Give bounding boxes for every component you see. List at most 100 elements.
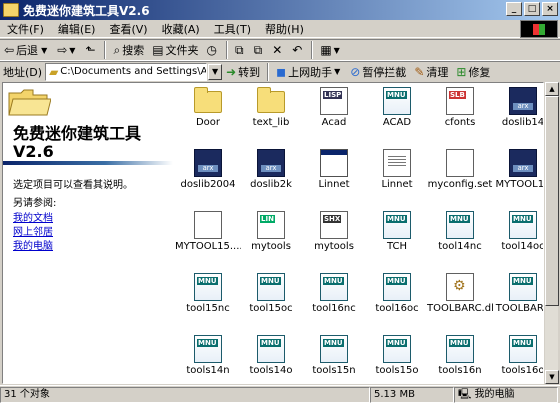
see-also-label: 另请参阅:: [13, 198, 57, 209]
scroll-down-button[interactable]: ▼: [545, 370, 559, 384]
window-file-icon: [320, 149, 348, 177]
link-my-documents[interactable]: 我的文档: [13, 209, 53, 224]
file-type-badge: MNU: [197, 277, 218, 285]
file-item[interactable]: MNU tool15nc: [175, 269, 241, 329]
folders-label: 文件夹: [165, 44, 199, 57]
delete-button[interactable]: ✕: [268, 40, 288, 60]
file-name: Acad: [321, 117, 347, 128]
file-type-badge: MNU: [449, 339, 470, 347]
menu-file[interactable]: 文件(F): [0, 21, 51, 37]
menu-help[interactable]: 帮助(H): [258, 21, 311, 37]
file-item[interactable]: MNU tool14nc: [427, 207, 493, 267]
file-item[interactable]: arx doslib2004: [175, 145, 241, 205]
chevron-down-icon: ▼: [41, 45, 48, 55]
copy-to-icon: ⧉: [253, 42, 263, 57]
file-item[interactable]: SHX mytools: [301, 207, 367, 267]
status-location-label: 我的电脑: [474, 388, 515, 400]
minimize-button[interactable]: _: [506, 2, 522, 16]
file-item[interactable]: LISP Acad: [301, 83, 367, 143]
file-item[interactable]: MNU tool14oc: [490, 207, 543, 267]
file-name: mytools: [251, 241, 291, 252]
back-button[interactable]: ⇦ 后退 ▼: [0, 40, 53, 60]
menu-edit[interactable]: 编辑(E): [51, 21, 103, 37]
file-type-badge: MNU: [386, 339, 407, 347]
file-name: MYTOOL15....: [175, 241, 241, 252]
file-name: TOOLBARC.dll: [427, 303, 493, 314]
file-item[interactable]: arx doslib14: [490, 83, 543, 143]
history-button[interactable]: ◷: [203, 40, 223, 60]
menu-view[interactable]: 查看(V): [102, 21, 154, 37]
copy-to-button[interactable]: ⧉: [250, 40, 269, 60]
file-item[interactable]: MNU tools15o: [364, 331, 430, 383]
description-text: 选定项目可以查看其说明。: [13, 180, 133, 191]
file-type-badge: MNU: [386, 277, 407, 285]
vertical-scrollbar[interactable]: ▲ ▼: [544, 82, 559, 384]
file-item[interactable]: SLB cfonts: [427, 83, 493, 143]
undo-button[interactable]: ↶: [288, 40, 308, 60]
toolbar: ⇦ 后退 ▼ ⇨ ▼ ⬑ ⌕ 搜索 ▤ 文件夹 ◷ ⧉ ⧉ ✕ ↶ ▦ ▼: [0, 39, 560, 61]
close-button[interactable]: ×: [542, 2, 558, 16]
file-item[interactable]: MNU tool16nc: [301, 269, 367, 329]
up-folder-button[interactable]: ⬑: [81, 40, 101, 60]
link-my-computer[interactable]: 我的电脑: [13, 237, 53, 252]
file-name: doslib2004: [180, 179, 236, 190]
block-icon: ⊘: [350, 64, 361, 79]
file-item[interactable]: MNU tools16o: [490, 331, 543, 383]
address-input[interactable]: ▰ C:\Documents and Settings\Administ: [45, 62, 208, 81]
file-type-badge: SLB: [449, 91, 466, 99]
file-type-badge: MNU: [386, 91, 407, 99]
link-pause-block[interactable]: ⊘ 暂停拦截: [346, 62, 410, 82]
file-item[interactable]: myconfig.set: [427, 145, 493, 205]
views-button[interactable]: ▦ ▼: [316, 40, 346, 60]
file-name: tool15oc: [249, 303, 293, 314]
file-item[interactable]: MYTOOL15....: [175, 207, 241, 267]
file-item[interactable]: arx MYTOOL14: [490, 145, 543, 205]
folders-button[interactable]: ▤ 文件夹: [148, 40, 202, 60]
file-type-badge: MNU: [323, 339, 344, 347]
file-item[interactable]: Linnet: [364, 145, 430, 205]
go-button[interactable]: ➜ 转到: [222, 62, 264, 82]
file-item[interactable]: MNU tool15oc: [238, 269, 304, 329]
link-network-places[interactable]: 网上邻居: [13, 223, 53, 238]
file-item[interactable]: LIN mytools: [238, 207, 304, 267]
file-item[interactable]: MNU tool16oc: [364, 269, 430, 329]
forward-button[interactable]: ⇨ ▼: [53, 40, 81, 60]
link-assistant[interactable]: ◼ 上网助手 ▼: [272, 62, 346, 82]
file-type-badge: MNU: [512, 215, 533, 223]
back-label: 后退: [16, 44, 39, 57]
menu-tools[interactable]: 工具(T): [207, 21, 258, 37]
file-item[interactable]: MNU TCH: [364, 207, 430, 267]
mnu-file-icon: MNU: [509, 211, 537, 239]
address-dropdown-button[interactable]: ▼: [208, 63, 223, 80]
file-item[interactable]: MNU ACAD: [364, 83, 430, 143]
file-name: text_lib: [252, 117, 290, 128]
link-clean-label: 清理: [426, 65, 449, 79]
link-repair[interactable]: ⊞ 修复: [452, 62, 494, 82]
mnu-file-icon: MNU: [383, 335, 411, 363]
file-item[interactable]: TOOLBARC.dll: [427, 269, 493, 329]
file-item[interactable]: MNU tools14o: [238, 331, 304, 383]
search-button[interactable]: ⌕ 搜索: [109, 40, 148, 60]
file-item[interactable]: text_lib: [238, 83, 304, 143]
link-clean[interactable]: ✎ 清理: [410, 62, 452, 82]
file-item[interactable]: MNU tools14n: [175, 331, 241, 383]
maximize-button[interactable]: □: [524, 2, 540, 16]
scroll-thumb[interactable]: [545, 96, 559, 306]
menu-favorites[interactable]: 收藏(A): [155, 21, 207, 37]
folder-file-icon: [194, 87, 222, 113]
file-item[interactable]: MNU TOOLBARC: [490, 269, 543, 329]
scroll-up-button[interactable]: ▲: [545, 82, 559, 96]
arx-badge: arx: [513, 165, 533, 172]
move-to-button[interactable]: ⧉: [231, 40, 250, 60]
file-item[interactable]: arx doslib2k: [238, 145, 304, 205]
arx-badge: arx: [513, 103, 533, 110]
search-icon: ⌕: [113, 42, 121, 57]
file-item[interactable]: MNU tools15n: [301, 331, 367, 383]
file-item[interactable]: Linnet: [301, 145, 367, 205]
file-file-icon: [194, 211, 222, 239]
folder-file-icon: [257, 87, 285, 113]
open-folder-icon: [8, 89, 51, 116]
file-item[interactable]: MNU tools16n: [427, 331, 493, 383]
file-item[interactable]: Door: [175, 83, 241, 143]
move-to-icon: ⧉: [235, 42, 244, 57]
